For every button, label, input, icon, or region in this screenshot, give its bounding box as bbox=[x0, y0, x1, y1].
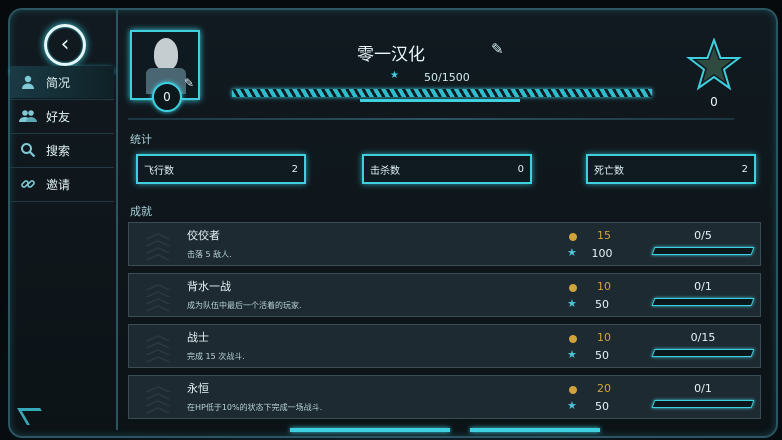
achievement-progress-bar bbox=[651, 400, 755, 408]
achievement-list[interactable]: 佼佼者 击落 5 敌人. 15 ★ 100 0/5 背水一战 成为队伍中最后一个… bbox=[128, 222, 762, 428]
search-icon bbox=[10, 142, 46, 158]
bottom-accent bbox=[290, 428, 450, 432]
stat-label: 飞行数 bbox=[144, 165, 174, 177]
coin-reward: 10 bbox=[597, 331, 611, 344]
achievement-progress-bar bbox=[651, 298, 755, 306]
stat-value: 2 bbox=[741, 163, 748, 175]
divider bbox=[10, 201, 114, 202]
coin-icon bbox=[569, 335, 577, 343]
header-divider bbox=[128, 118, 734, 120]
achievements-title: 成就 bbox=[130, 205, 152, 218]
stats-title: 统计 bbox=[130, 133, 152, 146]
star-icon: ★ bbox=[567, 399, 577, 412]
achievement-row[interactable]: 佼佼者 击落 5 敌人. 15 ★ 100 0/5 bbox=[128, 222, 761, 266]
level-badge: 0 bbox=[152, 82, 182, 112]
achievement-progress: 0/15 bbox=[690, 331, 716, 344]
stat-label: 击杀数 bbox=[370, 165, 400, 177]
sidebar-item-friends[interactable]: 好友 bbox=[10, 100, 114, 132]
person-icon bbox=[10, 74, 46, 90]
star-icon: ★ bbox=[567, 297, 577, 310]
achievement-desc: 成为队伍中最后一个活着的玩家. bbox=[187, 301, 302, 310]
sidebar: ‹ 简况 好友 搜索 邀请 bbox=[10, 10, 118, 430]
coin-icon bbox=[569, 233, 577, 241]
achievement-name: 永恒 bbox=[187, 382, 209, 395]
achievement-progress-bar bbox=[651, 349, 755, 357]
star-icon: ★ bbox=[567, 348, 577, 361]
coin-reward: 15 bbox=[597, 229, 611, 242]
star-icon: ★ bbox=[567, 246, 577, 259]
edit-avatar-icon[interactable]: ✎ bbox=[184, 76, 194, 90]
sidebar-item-invite[interactable]: 邀请 bbox=[10, 168, 114, 200]
achievement-desc: 在HP低于10%的状态下完成一场战斗. bbox=[187, 403, 323, 412]
sidebar-item-overview[interactable]: 简况 bbox=[10, 66, 114, 98]
achievement-desc: 完成 15 次战斗. bbox=[187, 352, 245, 361]
xp-text: 50/1500 bbox=[424, 71, 470, 84]
coin-reward: 10 bbox=[597, 280, 611, 293]
achievement-progress: 0/5 bbox=[694, 229, 712, 242]
xp-bar-accent bbox=[360, 99, 520, 102]
rank-chevron-icon bbox=[145, 231, 171, 260]
star-reward: 50 bbox=[595, 349, 609, 362]
star-reward: 50 bbox=[595, 298, 609, 311]
stat-flights: 飞行数 2 bbox=[136, 154, 306, 184]
rank-star-icon bbox=[686, 38, 742, 91]
achievement-row[interactable]: 背水一战 成为队伍中最后一个活着的玩家. 10 ★ 50 0/1 bbox=[128, 273, 761, 317]
rank-value: 0 bbox=[710, 95, 718, 109]
stat-label: 死亡数 bbox=[594, 165, 624, 177]
achievement-progress-bar bbox=[651, 247, 755, 255]
stat-value: 0 bbox=[517, 163, 524, 175]
stat-deaths: 死亡数 2 bbox=[586, 154, 756, 184]
sidebar-item-label: 邀请 bbox=[46, 177, 71, 192]
coin-icon bbox=[569, 386, 577, 394]
bottom-accent bbox=[470, 428, 600, 432]
achievement-progress: 0/1 bbox=[694, 382, 712, 395]
coin-reward: 20 bbox=[597, 382, 611, 395]
rank-chevron-icon bbox=[145, 282, 171, 311]
coin-icon bbox=[569, 284, 577, 292]
sidebar-item-label: 好友 bbox=[46, 109, 71, 124]
achievement-desc: 击落 5 敌人. bbox=[187, 250, 232, 259]
stat-value: 2 bbox=[291, 163, 298, 175]
edit-name-icon[interactable]: ✎ bbox=[491, 40, 504, 58]
star-reward: 50 bbox=[595, 400, 609, 413]
stat-kills: 击杀数 0 bbox=[362, 154, 532, 184]
xp-star-icon: ★ bbox=[390, 70, 399, 81]
achievement-progress: 0/1 bbox=[694, 280, 712, 293]
player-name: 零一汉化 bbox=[357, 45, 425, 65]
sidebar-item-label: 简况 bbox=[46, 75, 71, 90]
rank-chevron-icon bbox=[145, 333, 171, 362]
achievement-name: 背水一战 bbox=[187, 280, 231, 293]
rank-chevron-icon bbox=[145, 384, 171, 413]
achievement-name: 佼佼者 bbox=[187, 229, 220, 242]
sidebar-item-label: 搜索 bbox=[46, 143, 71, 158]
achievement-row[interactable]: 永恒 在HP低于10%的状态下完成一场战斗. 20 ★ 50 0/1 bbox=[128, 375, 761, 419]
star-reward: 100 bbox=[591, 247, 613, 260]
link-icon bbox=[10, 176, 46, 192]
sidebar-item-search[interactable]: 搜索 bbox=[10, 134, 114, 166]
achievement-row[interactable]: 战士 完成 15 次战斗. 10 ★ 50 0/15 bbox=[128, 324, 761, 368]
xp-progress-bar bbox=[232, 89, 652, 97]
achievement-name: 战士 bbox=[187, 331, 209, 344]
friends-icon bbox=[10, 108, 46, 124]
